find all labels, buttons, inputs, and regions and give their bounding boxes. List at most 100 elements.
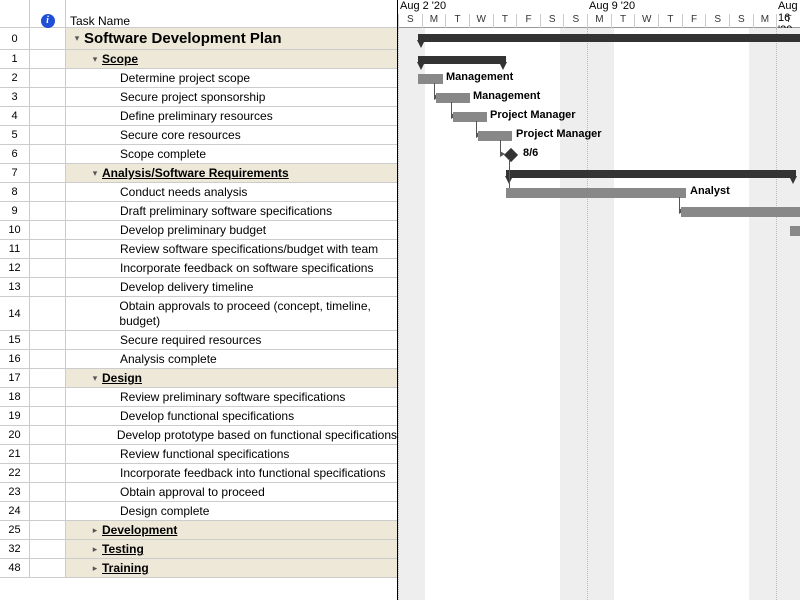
expand-toggle[interactable]: ▾	[90, 168, 100, 179]
row-id[interactable]: 23	[0, 483, 30, 501]
gantt-bar[interactable]	[790, 226, 800, 236]
task-row[interactable]: 48 ▸Training	[0, 559, 397, 578]
row-id[interactable]: 5	[0, 126, 30, 144]
row-id[interactable]: 21	[0, 445, 30, 463]
row-id[interactable]: 15	[0, 331, 30, 349]
task-row[interactable]: 8 Conduct needs analysis	[0, 183, 397, 202]
task-cell[interactable]: Analysis complete	[66, 350, 397, 368]
row-id[interactable]: 25	[0, 521, 30, 539]
row-id[interactable]: 13	[0, 278, 30, 296]
gantt-chart[interactable]: Aug 2 '20Aug 9 '20Aug 16 '20 SMTWTFSSMTW…	[398, 0, 800, 600]
row-id[interactable]: 24	[0, 502, 30, 520]
task-cell[interactable]: ▾Software Development Plan	[66, 28, 397, 49]
task-row[interactable]: 10Develop preliminary budget	[0, 221, 397, 240]
row-id[interactable]: 11	[0, 240, 30, 258]
task-cell[interactable]: Incorporate feedback on software specifi…	[66, 259, 397, 277]
expand-toggle[interactable]: ▾	[90, 54, 100, 65]
task-cell[interactable]: Develop prototype based on functional sp…	[66, 426, 397, 444]
task-cell[interactable]: Obtain approval to proceed	[66, 483, 397, 501]
task-cell[interactable]: Review software specifications/budget wi…	[66, 240, 397, 258]
task-row[interactable]: 20 Develop prototype based on functional …	[0, 426, 397, 445]
task-row[interactable]: 13 Develop delivery timeline	[0, 278, 397, 297]
task-row[interactable]: 14 Obtain approvals to proceed (concept, …	[0, 297, 397, 331]
row-id[interactable]: 7	[0, 164, 30, 182]
row-id[interactable]: 14	[0, 297, 30, 330]
row-id[interactable]: 4	[0, 107, 30, 125]
task-cell[interactable]: Review functional specifications	[66, 445, 397, 463]
task-row[interactable]: 24Design complete	[0, 502, 397, 521]
task-row[interactable]: 16 Analysis complete	[0, 350, 397, 369]
milestone[interactable]	[504, 148, 518, 162]
task-cell[interactable]: Determine project scope	[66, 69, 397, 87]
row-id[interactable]: 17	[0, 369, 30, 387]
task-cell[interactable]: Secure core resources	[66, 126, 397, 144]
row-id[interactable]: 9	[0, 202, 30, 220]
expand-toggle[interactable]: ▸	[90, 525, 100, 536]
expand-toggle[interactable]: ▸	[90, 544, 100, 555]
info-column-header[interactable]: i	[30, 0, 66, 27]
row-id[interactable]: 18	[0, 388, 30, 406]
row-id[interactable]: 2	[0, 69, 30, 87]
row-id[interactable]: 8	[0, 183, 30, 201]
task-row[interactable]: 22 Incorporate feedback into functional s…	[0, 464, 397, 483]
task-row[interactable]: 5 Secure core resources	[0, 126, 397, 145]
task-cell[interactable]: Define preliminary resources	[66, 107, 397, 125]
row-id[interactable]: 20	[0, 426, 30, 444]
row-id[interactable]: 16	[0, 350, 30, 368]
gantt-bar[interactable]	[681, 207, 800, 217]
task-cell[interactable]: ▾Design	[66, 369, 397, 387]
gantt-bar[interactable]	[506, 188, 686, 198]
task-row[interactable]: 4 Define preliminary resources	[0, 107, 397, 126]
task-row[interactable]: 21 Review functional specifications	[0, 445, 397, 464]
row-id[interactable]: 22	[0, 464, 30, 482]
task-row[interactable]: 25▸Development	[0, 521, 397, 540]
task-row[interactable]: 23 Obtain approval to proceed	[0, 483, 397, 502]
task-cell[interactable]: Develop delivery timeline	[66, 278, 397, 296]
task-name-header[interactable]: Task Name	[66, 0, 397, 27]
task-cell[interactable]: Draft preliminary software specification…	[66, 202, 397, 220]
row-id[interactable]: 1	[0, 50, 30, 68]
row-id[interactable]: 48	[0, 559, 30, 577]
task-row[interactable]: 6Scope complete	[0, 145, 397, 164]
task-row[interactable]: 11 Review software specifications/budget …	[0, 240, 397, 259]
task-row[interactable]: 7 ▾Analysis/Software Requirements	[0, 164, 397, 183]
task-row[interactable]: 17 ▾Design	[0, 369, 397, 388]
task-cell[interactable]: Secure project sponsorship	[66, 88, 397, 106]
gantt-bar[interactable]	[506, 170, 796, 178]
gantt-bar[interactable]	[453, 112, 487, 122]
expand-toggle[interactable]: ▾	[90, 373, 100, 384]
row-id[interactable]: 3	[0, 88, 30, 106]
task-cell[interactable]: Develop functional specifications	[66, 407, 397, 425]
id-column-header[interactable]	[0, 0, 30, 27]
task-row[interactable]: 18 Review preliminary software specificat…	[0, 388, 397, 407]
task-cell[interactable]: Conduct needs analysis	[66, 183, 397, 201]
task-row[interactable]: 1 ▾Scope	[0, 50, 397, 69]
row-id[interactable]: 12	[0, 259, 30, 277]
task-row[interactable]: 15 Secure required resources	[0, 331, 397, 350]
task-cell[interactable]: Secure required resources	[66, 331, 397, 349]
task-row[interactable]: 32 ▸Testing	[0, 540, 397, 559]
row-id[interactable]: 10	[0, 221, 30, 239]
task-cell[interactable]: Obtain approvals to proceed (concept, ti…	[66, 297, 397, 330]
task-cell[interactable]: ▾Analysis/Software Requirements	[66, 164, 397, 182]
task-row[interactable]: 12 Incorporate feedback on software speci…	[0, 259, 397, 278]
task-cell[interactable]: ▸Training	[66, 559, 397, 577]
task-row[interactable]: 0 ▾Software Development Plan	[0, 28, 397, 50]
gantt-bar[interactable]	[418, 74, 443, 84]
task-row[interactable]: 2 Determine project scope	[0, 69, 397, 88]
expand-toggle[interactable]: ▸	[90, 563, 100, 574]
task-row[interactable]: 19 Develop functional specifications	[0, 407, 397, 426]
row-id[interactable]: 6	[0, 145, 30, 163]
row-id[interactable]: 32	[0, 540, 30, 558]
gantt-bar[interactable]	[418, 56, 506, 64]
task-cell[interactable]: ▸Testing	[66, 540, 397, 558]
task-row[interactable]: 3 Secure project sponsorship	[0, 88, 397, 107]
task-cell[interactable]: Incorporate feedback into functional spe…	[66, 464, 397, 482]
gantt-bar[interactable]	[478, 131, 512, 141]
task-cell[interactable]: Review preliminary software specificatio…	[66, 388, 397, 406]
expand-toggle[interactable]: ▾	[72, 33, 82, 44]
task-cell[interactable]: ▾Scope	[66, 50, 397, 68]
task-row[interactable]: 9 Draft preliminary software specificatio…	[0, 202, 397, 221]
row-id[interactable]: 19	[0, 407, 30, 425]
row-id[interactable]: 0	[0, 28, 30, 49]
